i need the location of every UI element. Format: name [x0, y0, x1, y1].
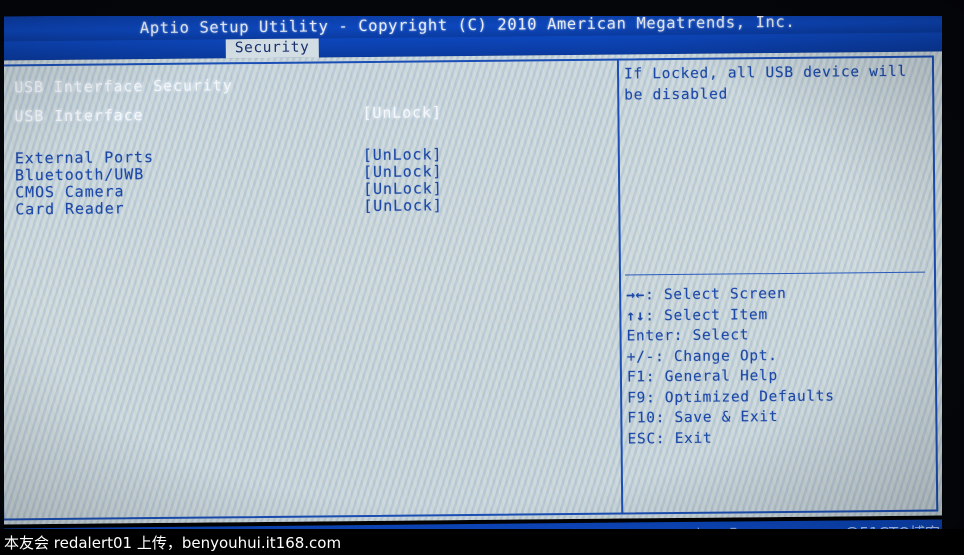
- key-legend-row: →←: Select Screen: [626, 283, 926, 306]
- key-legend-row: F1: General Help: [627, 365, 927, 388]
- key-legend-row: F10: Save & Exit: [627, 406, 927, 429]
- bios-screenshot: Aptio Setup Utility - Copyright (C) 2010…: [0, 0, 964, 555]
- key-legend-text: : Select Screen: [644, 285, 787, 304]
- key-enter: Enter: [626, 328, 674, 345]
- option-value-usb-interface[interactable]: [UnLock]: [362, 103, 442, 122]
- help-panel: If Locked, all USB device will be disabl…: [624, 62, 924, 107]
- key-legend-text: : Change Opt.: [654, 347, 778, 365]
- key-legend-row: +/-: Change Opt.: [627, 344, 927, 367]
- option-value-card-reader[interactable]: [UnLock]: [363, 196, 443, 215]
- key-legend-text: : General Help: [645, 368, 778, 386]
- photo-edge-right: [942, 0, 964, 555]
- key-legend-text: : Select Item: [645, 306, 768, 324]
- option-value-external-ports[interactable]: [UnLock]: [363, 145, 443, 164]
- section-title: USB Interface Security: [14, 76, 233, 97]
- key-legend-row: Enter: Select: [626, 324, 926, 347]
- option-label-usb-interface[interactable]: USB Interface: [14, 106, 143, 125]
- photo-edge-left: [0, 0, 4, 555]
- key-legend-text: : Exit: [655, 430, 713, 447]
- arrow-up-down-icon: ↑↓: [626, 307, 646, 325]
- key-f10: F10: [627, 410, 656, 427]
- photo-edge-top: [0, 0, 964, 16]
- caption-text: 本友会 redalert01 上传，benyouhui.it168.com: [4, 534, 342, 552]
- help-line-2: be disabled: [624, 86, 729, 104]
- key-f1: F1: [626, 369, 646, 386]
- key-legend-text: : Optimized Defaults: [645, 388, 835, 406]
- help-line-1: If Locked, all USB device will: [623, 63, 908, 83]
- key-legend-text: : Select: [673, 327, 750, 345]
- tab-security[interactable]: Security: [225, 38, 319, 59]
- key-legend-text: : Save & Exit: [655, 409, 779, 427]
- option-label-bluetooth-uwb[interactable]: Bluetooth/UWB: [15, 165, 144, 184]
- option-value-bluetooth-uwb[interactable]: [UnLock]: [363, 162, 443, 181]
- key-legend: →←: Select Screen ↑↓: Select Item Enter:…: [626, 283, 928, 450]
- arrow-left-right-icon: →←: [626, 287, 646, 304]
- option-value-cmos-camera[interactable]: [UnLock]: [363, 179, 443, 198]
- key-legend-row: ↑↓: Select Item: [626, 303, 926, 326]
- key-esc: ESC: [627, 430, 656, 447]
- option-label-card-reader[interactable]: Card Reader: [15, 199, 124, 218]
- key-plus-minus: +/-: [626, 348, 656, 365]
- key-legend-row: ESC: Exit: [627, 426, 927, 449]
- crt-panel: Aptio Setup Utility - Copyright (C) 2010…: [0, 0, 951, 555]
- key-f9: F9: [627, 389, 647, 406]
- key-legend-row: F9: Optimized Defaults: [627, 385, 927, 408]
